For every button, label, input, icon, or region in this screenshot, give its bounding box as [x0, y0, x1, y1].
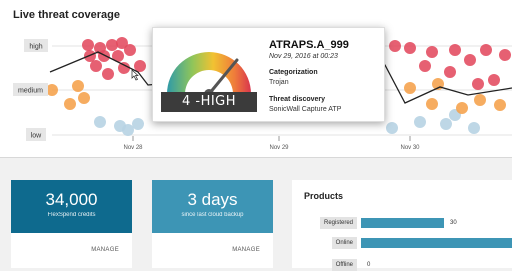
product-label: Registered: [319, 217, 357, 229]
categorization-value: Trojan: [269, 79, 289, 86]
product-bar: [361, 218, 444, 228]
threat-dot-high[interactable]: [389, 40, 401, 52]
threat-dot-high[interactable]: [488, 74, 500, 86]
discovery-label: Threat discovery: [269, 96, 326, 103]
date-tick-nov28: Nov 28: [123, 145, 143, 151]
product-label: Online: [331, 237, 357, 249]
threat-date: Nov 29, 2016 at 00:23: [269, 53, 338, 60]
threat-dot-high[interactable]: [124, 44, 136, 56]
flexspend-card: 34,000 FlexSpend credits MANAGE: [11, 180, 132, 268]
threat-dot-low[interactable]: [132, 118, 144, 130]
product-row-online[interactable]: Online: [292, 237, 512, 249]
svg-text:high: high: [29, 44, 42, 51]
threat-dot-medium[interactable]: [456, 102, 468, 114]
flexspend-value: 34,000: [45, 190, 98, 209]
threat-dot-low[interactable]: [468, 122, 480, 134]
threat-name: ATRAPS.A_999: [269, 39, 349, 51]
threat-dot-low[interactable]: [386, 122, 398, 134]
threat-dot-high[interactable]: [419, 60, 431, 72]
product-bar: [361, 238, 512, 248]
products-panel: Products Registered 30 Online Offline 0: [292, 180, 512, 271]
threat-dot-low[interactable]: [94, 116, 106, 128]
threat-dot-low[interactable]: [122, 124, 134, 136]
threat-dot-high[interactable]: [118, 62, 130, 74]
product-row-offline[interactable]: Offline 0: [292, 259, 512, 271]
threat-dot-medium[interactable]: [426, 98, 438, 110]
threat-dot-high[interactable]: [464, 54, 476, 66]
threat-dot-medium[interactable]: [474, 94, 486, 106]
severity-level: 4 -HIGH: [161, 92, 257, 112]
threat-dot-high[interactable]: [426, 46, 438, 58]
backup-value: 3 days: [187, 190, 238, 209]
threat-dot-medium[interactable]: [404, 82, 416, 94]
threat-dot-high[interactable]: [102, 68, 114, 80]
discovery-value: SonicWall Capture ATP: [269, 106, 342, 113]
flexspend-manage-link[interactable]: MANAGE: [11, 247, 132, 253]
threat-dot-high[interactable]: [472, 78, 484, 90]
threat-dot-high[interactable]: [499, 49, 511, 61]
product-label: Offline: [331, 259, 357, 271]
threat-dot-medium[interactable]: [64, 98, 76, 110]
threat-dot-high[interactable]: [82, 39, 94, 51]
live-threat-coverage-panel: Live threat coverage high medium low Nov…: [0, 0, 512, 158]
products-title: Products: [304, 191, 344, 201]
threat-dot-high[interactable]: [404, 42, 416, 54]
product-row-registered[interactable]: Registered 30: [292, 217, 512, 229]
level-label-high: high: [24, 39, 48, 52]
date-tick-nov29: Nov 29: [269, 145, 289, 151]
threat-dot-medium[interactable]: [72, 80, 84, 92]
threat-dot-high[interactable]: [449, 44, 461, 56]
backup-caption: since last cloud backup: [181, 212, 244, 218]
threat-dot-low[interactable]: [414, 116, 426, 128]
backup-manage-link[interactable]: MANAGE: [152, 247, 273, 253]
flexspend-caption: FlexSpend credits: [47, 212, 96, 218]
threat-dot-low[interactable]: [440, 118, 452, 130]
level-label-medium: medium: [13, 83, 48, 96]
product-value: 30: [450, 220, 457, 226]
threat-tooltip: 4 -HIGH ATRAPS.A_999 Nov 29, 2016 at 00:…: [152, 27, 385, 122]
threat-dot-high[interactable]: [98, 50, 110, 62]
categorization-label: Categorization: [269, 69, 318, 76]
threat-dot-high[interactable]: [444, 66, 456, 78]
threat-dot-high[interactable]: [106, 39, 118, 51]
svg-text:medium: medium: [18, 88, 43, 95]
threat-dot-medium[interactable]: [78, 92, 90, 104]
threat-dot-medium[interactable]: [494, 99, 506, 111]
level-label-low: low: [26, 128, 46, 141]
date-tick-nov30: Nov 30: [400, 145, 420, 151]
threat-dot-high[interactable]: [480, 44, 492, 56]
threat-dot-high[interactable]: [90, 60, 102, 72]
product-value: 0: [367, 262, 371, 268]
svg-text:low: low: [31, 133, 42, 140]
backup-card: 3 days since last cloud backup MANAGE: [152, 180, 273, 268]
